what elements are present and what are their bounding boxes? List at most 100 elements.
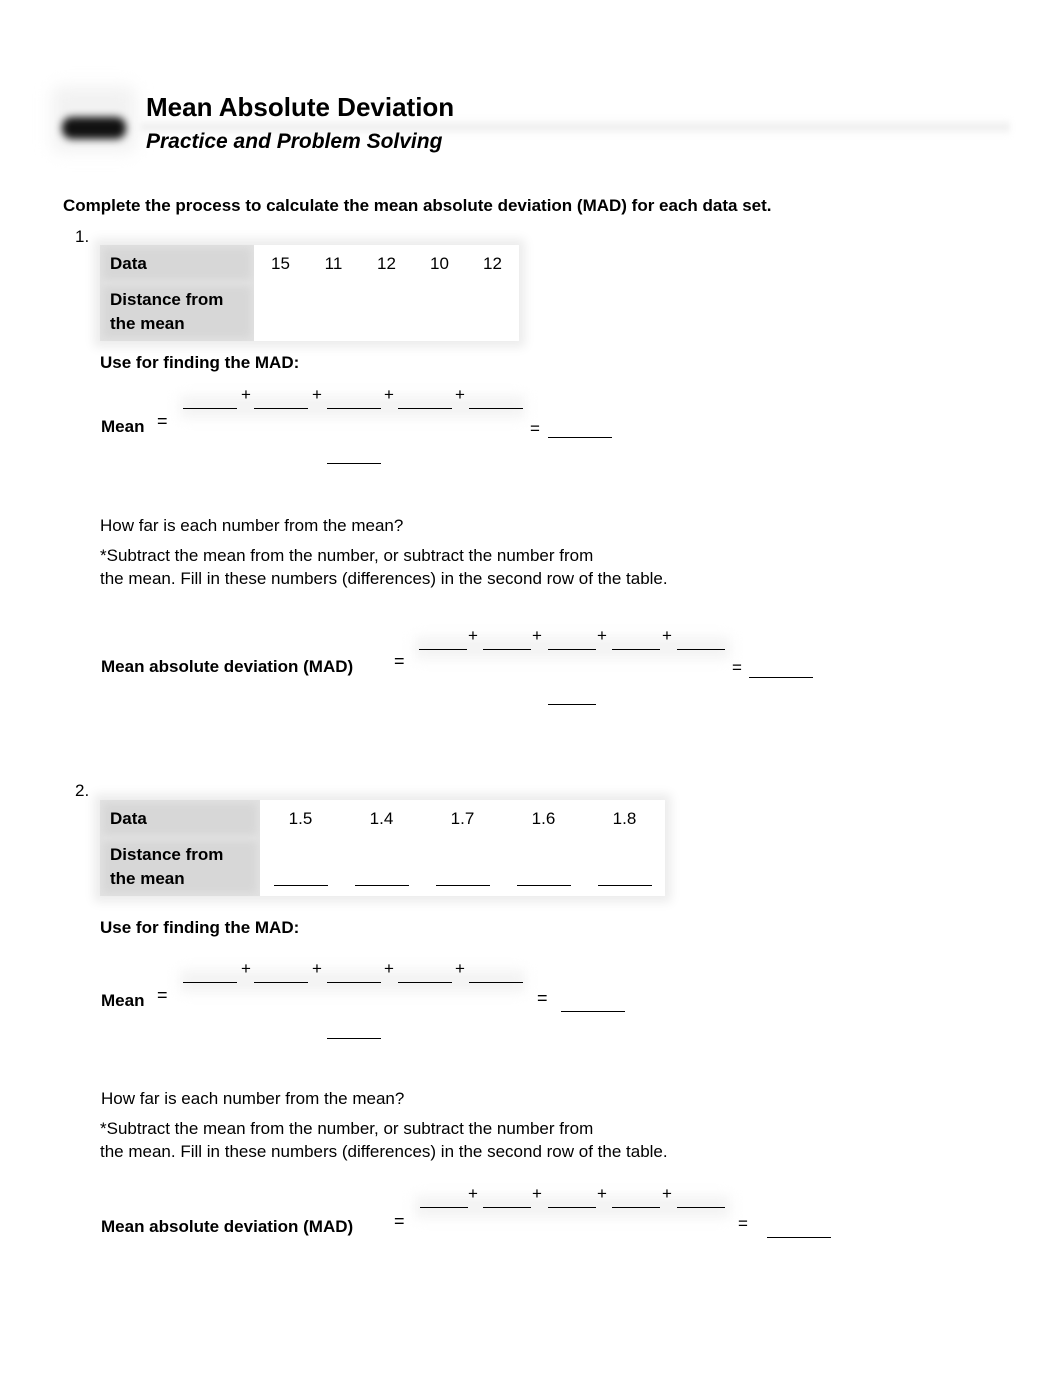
data-table: Data 1.5 1.4 1.7 1.6 1.8 Distance from t… <box>100 800 665 896</box>
sum-blank[interactable] <box>469 981 523 983</box>
distance-blank[interactable] <box>435 867 490 886</box>
plus-sign: + <box>468 626 478 645</box>
publisher-logo <box>62 117 126 139</box>
row-label-data: Data <box>100 245 254 283</box>
sum-blank[interactable] <box>469 407 523 409</box>
how-far-question: How far is each number from the mean? <box>100 516 404 535</box>
distance-input[interactable] <box>422 838 503 896</box>
distance-input[interactable] <box>413 283 466 341</box>
plus-sign: + <box>312 959 322 978</box>
equals-sign: = <box>738 1214 748 1233</box>
equals-sign: = <box>394 1211 405 1231</box>
sum-blank[interactable] <box>327 981 381 983</box>
row-label-distance: Distance from the mean <box>100 838 260 896</box>
sum-blank[interactable] <box>183 407 237 409</box>
distance-blank[interactable] <box>516 867 571 886</box>
divisor-blank[interactable] <box>548 703 596 705</box>
distance-input[interactable] <box>260 838 341 896</box>
mad-label: Mean absolute deviation (MAD) <box>101 657 354 676</box>
plus-sign: + <box>597 1184 607 1203</box>
deviation-blank[interactable] <box>677 648 725 650</box>
plus-sign: + <box>662 1184 672 1203</box>
mad-answer-blank[interactable] <box>749 676 813 678</box>
data-value: 15 <box>254 245 307 283</box>
problem-number: 2. <box>75 781 90 800</box>
data-value: 12 <box>466 245 519 283</box>
data-row: Data 1.5 1.4 1.7 1.6 1.8 <box>100 800 665 838</box>
distance-input[interactable] <box>503 838 584 896</box>
deviation-blank[interactable] <box>677 1206 725 1208</box>
equals-sign: = <box>157 411 168 431</box>
plus-sign: + <box>532 626 542 645</box>
row-label-line: Distance from <box>110 290 224 309</box>
subtract-instruction-line2: the mean. Fill in these numbers (differe… <box>100 1142 668 1161</box>
distance-blank[interactable] <box>354 867 409 886</box>
deviation-blank[interactable] <box>483 1206 531 1208</box>
sum-blank[interactable] <box>254 407 308 409</box>
plus-sign: + <box>312 385 322 404</box>
equals-sign: = <box>394 651 405 671</box>
data-value: 1.4 <box>341 800 422 838</box>
row-label-line: the mean <box>110 869 185 888</box>
distance-row: Distance from the mean <box>100 283 519 341</box>
data-row: Data 15 11 12 10 12 <box>100 245 519 283</box>
sum-blank[interactable] <box>398 407 452 409</box>
distance-blank[interactable] <box>597 867 652 886</box>
divisor-blank[interactable] <box>327 462 381 464</box>
sum-blank[interactable] <box>398 981 452 983</box>
deviation-blank[interactable] <box>548 1206 596 1208</box>
plus-sign: + <box>455 959 465 978</box>
page-title: Mean Absolute Deviation <box>146 92 455 122</box>
mad-answer-blank[interactable] <box>767 1236 831 1238</box>
distance-row: Distance from the mean <box>100 838 665 896</box>
deviation-blank[interactable] <box>548 648 596 650</box>
sum-blank[interactable] <box>183 981 237 983</box>
data-value: 10 <box>413 245 466 283</box>
use-for-label: Use for finding the MAD: <box>100 353 300 372</box>
plus-sign: + <box>597 626 607 645</box>
data-value: 12 <box>360 245 413 283</box>
row-label-line: Distance from <box>110 845 224 864</box>
plus-sign: + <box>384 385 394 404</box>
data-value: 11 <box>307 245 360 283</box>
divisor-blank[interactable] <box>327 1037 381 1039</box>
plus-sign: + <box>662 626 672 645</box>
plus-sign: + <box>384 959 394 978</box>
deviation-blank[interactable] <box>483 648 531 650</box>
data-value: 1.6 <box>503 800 584 838</box>
how-far-question: How far is each number from the mean? <box>101 1089 405 1108</box>
row-label-data: Data <box>100 800 260 838</box>
mean-label: Mean <box>101 991 145 1010</box>
plus-sign: + <box>532 1184 542 1203</box>
subtract-instruction-line2: the mean. Fill in these numbers (differe… <box>100 569 668 588</box>
deviation-blank[interactable] <box>612 1206 660 1208</box>
deviation-blank[interactable] <box>419 648 467 650</box>
data-value: 1.8 <box>584 800 665 838</box>
row-label-line: the mean <box>110 314 185 333</box>
distance-input[interactable] <box>254 283 307 341</box>
distance-input[interactable] <box>466 283 519 341</box>
plus-sign: + <box>468 1184 478 1203</box>
sum-blank[interactable] <box>327 407 381 409</box>
plus-sign: + <box>241 385 251 404</box>
mean-label: Mean <box>101 417 145 436</box>
distance-input[interactable] <box>360 283 413 341</box>
distance-input[interactable] <box>341 838 422 896</box>
mad-label: Mean absolute deviation (MAD) <box>101 1217 354 1236</box>
distance-input[interactable] <box>584 838 665 896</box>
use-for-label: Use for finding the MAD: <box>100 918 300 937</box>
mean-answer-blank[interactable] <box>561 1010 625 1012</box>
data-value: 1.7 <box>422 800 503 838</box>
problem-number: 1. <box>75 227 90 246</box>
distance-blank[interactable] <box>273 867 328 886</box>
subtract-instruction-line1: *Subtract the mean from the number, or s… <box>100 546 594 565</box>
page-subtitle: Practice and Problem Solving <box>146 130 443 153</box>
plus-sign: + <box>455 385 465 404</box>
distance-input[interactable] <box>307 283 360 341</box>
equals-sign: = <box>537 988 548 1008</box>
data-table: Data 15 11 12 10 12 Distance from the me… <box>100 245 519 341</box>
deviation-blank[interactable] <box>612 648 660 650</box>
mean-answer-blank[interactable] <box>548 436 612 438</box>
deviation-blank[interactable] <box>420 1206 468 1208</box>
sum-blank[interactable] <box>254 981 308 983</box>
